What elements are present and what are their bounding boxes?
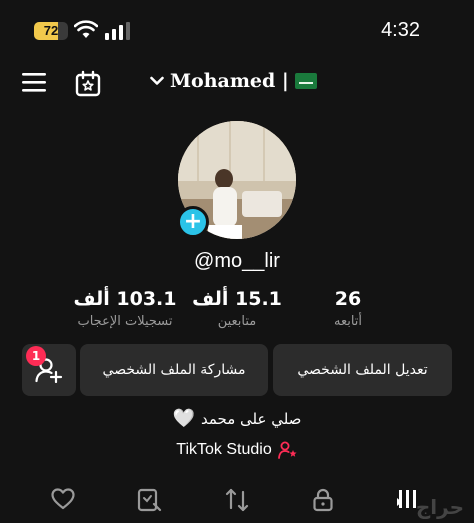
saudi-flag-icon <box>294 73 317 89</box>
white-heart-icon: 🤍 <box>172 408 195 429</box>
signal-icon <box>105 22 130 40</box>
bio: صلي على محمد 🤍 <box>0 408 474 429</box>
friend-requests-badge: 1 <box>26 346 46 366</box>
battery-level: 72 <box>43 23 59 38</box>
wifi-icon <box>74 20 98 38</box>
profile-tabs: حراج <box>0 478 474 523</box>
likes-label: تسجيلات الإعجاب <box>77 314 173 329</box>
stat-following[interactable]: 26 أتابعه <box>283 288 413 329</box>
add-avatar-button[interactable]: + <box>177 206 209 238</box>
top-nav: Mohamed | <box>0 62 474 106</box>
battery-icon: 72 <box>34 22 68 40</box>
calendar-star-icon[interactable] <box>74 70 102 98</box>
menu-icon[interactable] <box>22 72 48 94</box>
edit-profile-button[interactable]: تعديل الملف الشخصي <box>273 344 452 396</box>
tiktok-studio-link[interactable]: TikTok Studio <box>0 441 474 459</box>
profile-stats: 103.1 ألف تسجيلات الإعجاب 15.1 ألف متابع… <box>0 288 474 336</box>
status-bar: 72 4:32 <box>0 0 474 62</box>
private-lock-icon[interactable] <box>312 488 334 512</box>
favorites-icon[interactable] <box>137 488 163 512</box>
account-name: Mohamed | <box>170 70 289 92</box>
chevron-down-icon <box>150 76 164 85</box>
reposts-icon[interactable] <box>224 488 250 512</box>
likes-count: 103.1 ألف <box>73 288 177 310</box>
clock: 4:32 <box>381 19 420 41</box>
haraj-watermark: حراج <box>415 495 464 519</box>
following-label: أتابعه <box>333 314 363 329</box>
account-switcher[interactable]: Mohamed | <box>150 70 317 92</box>
studio-label: TikTok Studio <box>176 441 272 458</box>
liked-heart-icon[interactable] <box>51 488 75 510</box>
following-count: 26 <box>334 288 362 310</box>
share-profile-button[interactable]: مشاركة الملف الشخصي <box>80 344 268 396</box>
bio-text: صلي على محمد <box>201 409 302 428</box>
user-star-icon <box>277 441 297 459</box>
stat-likes[interactable]: 103.1 ألف تسجيلات الإعجاب <box>60 288 190 329</box>
username: @mo__lir <box>194 250 280 272</box>
